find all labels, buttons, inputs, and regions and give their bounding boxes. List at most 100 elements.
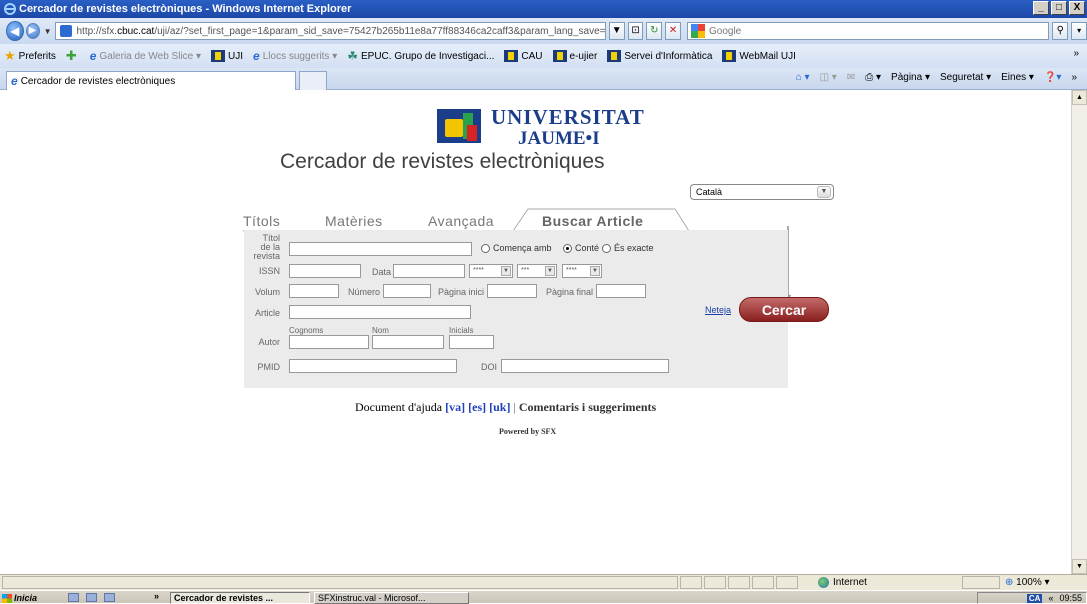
favorite-item-epuc[interactable]: ☘ EPUC. Grupo de Investigaci... <box>347 49 494 63</box>
search-input[interactable]: Google <box>686 22 1050 40</box>
favorite-label: Llocs suggerits ▾ <box>262 50 338 62</box>
taskbar-item-browser[interactable]: Cercador de revistes ... <box>170 592 310 604</box>
uji-icon <box>552 50 567 62</box>
date-month-select[interactable]: *** ▼ <box>517 264 557 278</box>
command-security[interactable]: Seguretat ▾ <box>940 72 991 83</box>
quicklaunch-icon[interactable] <box>68 593 79 602</box>
tab-bar: e Cercador de revistes electròniques ⌂ ▾… <box>0 68 1087 90</box>
taskbar: Inicia » Cercador de revistes ... SFXins… <box>0 590 1087 604</box>
scroll-up-icon[interactable]: ▲ <box>1072 90 1087 105</box>
language-select[interactable]: Català ▼ <box>690 184 834 200</box>
taskbar-item-word[interactable]: SFXinstruc.val - Microsof... <box>314 592 469 604</box>
help-link-va[interactable]: [va] <box>445 400 465 414</box>
help-label: Document d'ajuda <box>355 400 443 414</box>
date-input[interactable] <box>393 264 465 278</box>
feeds-icon[interactable]: ◫ ▾ <box>820 72 837 83</box>
vertical-scrollbar[interactable]: ▲ ▼ <box>1071 90 1087 574</box>
article-input[interactable] <box>289 305 471 319</box>
chevron-right-icon[interactable]: » <box>1073 48 1079 59</box>
date-year-select[interactable]: **** ▼ <box>469 264 513 278</box>
refresh-icon[interactable]: ↻ <box>646 22 663 40</box>
search-button[interactable]: Cercar <box>739 297 829 322</box>
favorite-item-web-slice[interactable]: e Galeria de Web Slice ▾ <box>90 49 201 63</box>
home-icon[interactable]: ⌂ ▾ <box>796 72 810 83</box>
command-page[interactable]: Pàgina ▾ <box>891 72 930 83</box>
favorite-item-servei[interactable]: Servei d'Informàtica <box>607 50 712 62</box>
titol-label: Títol de la revista <box>253 233 280 261</box>
favorite-item-webmail[interactable]: WebMail UJI <box>722 50 796 62</box>
volume-input[interactable] <box>289 284 339 298</box>
favorites-button[interactable]: ★ Preferits <box>4 48 56 64</box>
quicklaunch-icon[interactable] <box>104 593 115 602</box>
author-name-input[interactable] <box>372 335 444 349</box>
security-zone[interactable]: Internet <box>818 577 867 588</box>
chevron-left-icon[interactable]: « <box>1048 593 1053 603</box>
radio-exacte[interactable] <box>602 244 611 253</box>
task-label: SFXinstruc.val - Microsof... <box>318 593 426 603</box>
author-surname-input[interactable] <box>289 335 369 349</box>
favorite-label: UJI <box>228 50 244 62</box>
search-options-icon[interactable]: ▾ <box>1071 22 1087 40</box>
language-value: Català <box>696 187 723 197</box>
status-cell <box>776 576 798 589</box>
clear-link[interactable]: Neteja <box>705 305 731 315</box>
search-icon[interactable]: ⚲ <box>1052 22 1069 40</box>
radio-comenca[interactable] <box>481 244 490 253</box>
globe-icon <box>818 577 829 588</box>
chevron-right-icon[interactable]: » <box>154 591 159 601</box>
language-indicator[interactable]: CA <box>1026 593 1043 603</box>
radio-conte[interactable] <box>563 244 572 253</box>
close-button[interactable]: X <box>1069 1 1085 15</box>
issn-input[interactable] <box>289 264 361 278</box>
pmid-label: PMID <box>257 362 281 372</box>
numero-label: Número <box>347 287 380 297</box>
journal-title-input[interactable] <box>289 242 472 256</box>
doi-input[interactable] <box>501 359 669 373</box>
favorite-item-cau[interactable]: CAU <box>504 50 543 62</box>
print-icon[interactable]: ⎙ ▾ <box>865 72 881 83</box>
url-rest: /uji/az/?set_first_page=1&param_sid_save… <box>154 25 606 37</box>
star-icon: ★ <box>4 48 16 63</box>
stop-icon[interactable]: ✕ <box>665 22 681 40</box>
forward-button[interactable]: ▶ <box>25 23 40 39</box>
history-dropdown-icon[interactable]: ▼ <box>44 27 52 36</box>
zoom-control[interactable]: ⊕ 100% ▾ <box>1005 577 1050 588</box>
url-dropdown-button[interactable]: ▼ <box>608 22 625 40</box>
end-page-input[interactable] <box>596 284 646 298</box>
minimize-button[interactable]: _ <box>1033 1 1049 15</box>
uji-icon <box>504 50 519 62</box>
help-link-es[interactable]: [es] <box>468 400 486 414</box>
author-initials-input[interactable] <box>449 335 494 349</box>
favorite-item-suggested[interactable]: e Llocs suggerits ▾ <box>253 49 337 63</box>
help-link-uk[interactable]: [uk] <box>489 400 510 414</box>
scroll-down-icon[interactable]: ▼ <box>1072 559 1087 574</box>
date-year2-select[interactable]: **** ▼ <box>562 264 602 278</box>
help-icon[interactable]: ❓▾ <box>1044 72 1061 83</box>
ie-icon <box>4 3 16 15</box>
cognoms-label: Cognoms <box>289 326 324 335</box>
back-button[interactable]: ◀ <box>6 21 24 41</box>
browser-tab[interactable]: e Cercador de revistes electròniques <box>6 71 296 90</box>
pmid-input[interactable] <box>289 359 457 373</box>
issue-input[interactable] <box>383 284 431 298</box>
help-line: Document d'ajuda [va] [es] [uk] | Coment… <box>355 400 656 415</box>
protected-mode-icon[interactable] <box>962 576 1000 589</box>
chevron-right-icon[interactable]: » <box>1071 72 1077 83</box>
command-tools[interactable]: Eines ▾ <box>1001 72 1034 83</box>
url-input[interactable]: http://sfx. cbuc.cat/uji/az/?set_first_pa… <box>55 22 606 40</box>
search-placeholder: Google <box>708 25 742 37</box>
compatibility-icon[interactable]: ⊡ <box>627 22 644 40</box>
mail-icon[interactable]: ✉ <box>847 72 855 83</box>
system-tray: CA « 09:55 <box>977 592 1087 604</box>
start-button[interactable]: Inicia <box>2 592 37 604</box>
favorite-label: CAU <box>521 50 543 62</box>
start-page-input[interactable] <box>487 284 537 298</box>
maximize-button[interactable]: □ <box>1051 1 1067 15</box>
comments-link[interactable]: Comentaris i suggeriments <box>519 400 656 414</box>
new-tab-button[interactable] <box>299 71 327 90</box>
favorite-item-uji[interactable]: UJI <box>211 50 243 62</box>
add-favorite-icon[interactable]: ✚ <box>66 48 80 64</box>
quicklaunch-icon[interactable] <box>86 593 97 602</box>
favorite-item-e-ujier[interactable]: e-ujier <box>552 50 597 62</box>
task-label: Cercador de revistes ... <box>174 593 274 603</box>
